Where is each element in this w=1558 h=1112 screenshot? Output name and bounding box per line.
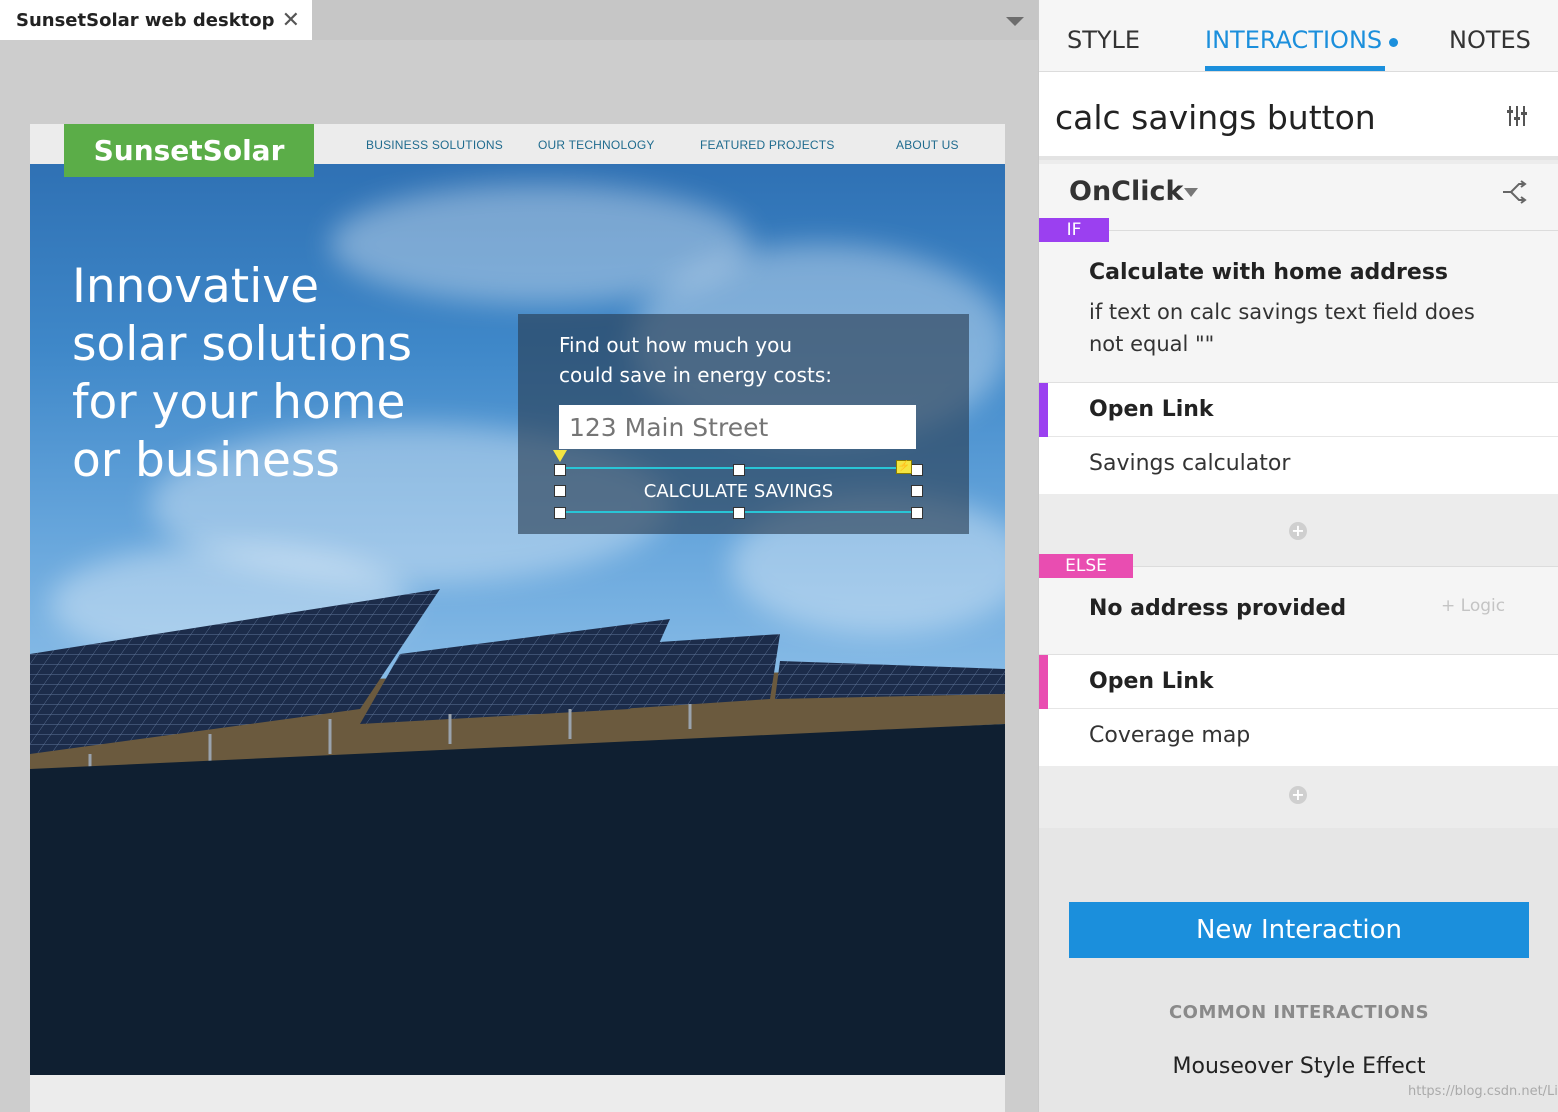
divider [1109,230,1558,231]
action-color-bar [1039,383,1048,437]
else-action-card[interactable]: Open Link Coverage map [1039,654,1558,766]
else-tag: ELSE [1039,554,1133,578]
resize-handle[interactable] [554,464,566,476]
design-canvas[interactable]: BUSINESS SOLUTIONS OUR TECHNOLOGY FEATUR… [30,124,1005,1112]
case-condition-line: if text on calc savings text field does [1089,300,1475,324]
common-interactions-heading: COMMON INTERACTIONS [1168,1002,1430,1023]
add-action-icon[interactable]: + [1289,522,1307,540]
nav-link-about-us[interactable]: ABOUT US [896,138,959,152]
if-case[interactable]: Calculate with home address if text on c… [1039,230,1558,382]
case-title: No address provided [1089,596,1347,621]
savings-prompt-line: could save in energy costs: [559,363,832,387]
hero-section: Innovative solar solutions for your home… [30,164,1005,1075]
resize-handle[interactable] [554,507,566,519]
resize-handle[interactable] [733,507,745,519]
event-row: OnClick [1039,164,1558,230]
site-logo[interactable]: SunsetSolar [64,124,314,177]
tab-interactions[interactable]: INTERACTIONS [1205,26,1382,54]
nav-link-featured-projects[interactable]: FEATURED PROJECTS [700,138,835,152]
widget-name-row: calc savings button [1039,72,1558,160]
resize-handle[interactable] [911,485,923,497]
tab-strip [312,0,1038,40]
action-target[interactable]: Savings calculator [1089,451,1290,476]
resize-handle[interactable] [733,464,745,476]
inspector-tabs: STYLE INTERACTIONS NOTES [1039,0,1558,72]
case-condition: if text on calc savings text field does … [1089,296,1519,360]
savings-prompt: Find out how much you could save in ener… [559,330,859,390]
action-target[interactable]: Coverage map [1089,723,1250,748]
add-logic-link[interactable]: + Logic [1441,596,1505,616]
resize-handle[interactable] [554,485,566,497]
interactions-footer: New Interaction COMMON INTERACTIONS Mous… [1039,828,1558,1112]
active-tab-indicator [1205,66,1385,71]
nav-link-business-solutions[interactable]: BUSINESS SOLUTIONS [366,138,503,152]
hero-headline-line: for your home [72,375,406,430]
if-action-card[interactable]: Open Link Savings calculator [1039,382,1558,494]
event-dropdown-icon[interactable] [1184,188,1198,197]
nav-link-our-technology[interactable]: OUR TECHNOLOGY [538,138,655,152]
inspector-panel: STYLE INTERACTIONS NOTES calc savings bu… [1038,0,1558,1112]
savings-calculator-box: Find out how much you could save in ener… [518,314,969,534]
case-title: Calculate with home address [1089,260,1449,285]
sliders-icon[interactable] [1505,104,1529,128]
savings-prompt-line: Find out how much you [559,333,793,357]
unsaved-dot-icon [1389,38,1398,47]
document-tab[interactable]: SunsetSolar web desktop ✕ [0,0,312,40]
hero-headline-line: Innovative [72,259,320,314]
rotation-marker-icon[interactable] [553,450,567,462]
case-condition-line: not equal "" [1089,332,1215,356]
action-header: Open Link [1039,655,1558,709]
resize-handle[interactable] [911,464,923,476]
hero-headline-line: or business [72,433,340,488]
watermark: https://blog.csdn.net/LiynTf [1408,1084,1558,1099]
action-title: Open Link [1089,397,1214,422]
tab-overflow-chevron-icon[interactable] [1006,17,1024,26]
hero-headline-line: solar solutions [72,317,412,372]
add-case-split-icon[interactable] [1501,178,1529,206]
widget-name[interactable]: calc savings button [1055,98,1376,137]
common-interaction-item[interactable]: Mouseover Style Effect [1039,1054,1558,1079]
hero-headline: Innovative solar solutions for your home… [72,258,452,490]
close-tab-icon[interactable]: ✕ [282,8,300,33]
add-action-icon[interactable]: + [1289,786,1307,804]
divider [1133,566,1558,567]
interaction-bolt-icon[interactable]: ⚡ [896,460,912,474]
if-tag: IF [1039,218,1109,242]
address-input[interactable] [559,405,916,449]
editor-area: SunsetSolar web desktop ✕ BUSINESS SOLUT… [0,0,1038,1112]
event-name[interactable]: OnClick [1069,176,1183,207]
else-case[interactable]: No address provided + Logic [1039,566,1558,654]
document-tab-title: SunsetSolar web desktop [16,9,275,31]
action-header: Open Link [1039,383,1558,437]
tab-style[interactable]: STYLE [1067,26,1140,54]
resize-handle[interactable] [911,507,923,519]
action-title: Open Link [1089,669,1214,694]
tab-notes[interactable]: NOTES [1449,26,1531,54]
action-color-bar [1039,655,1048,709]
new-interaction-button[interactable]: New Interaction [1069,902,1529,958]
